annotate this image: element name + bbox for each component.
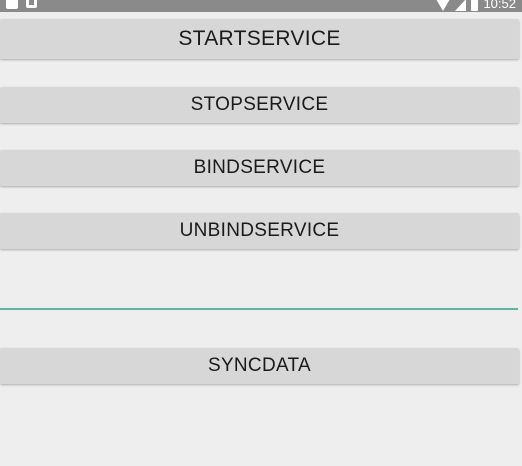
bind-service-button[interactable]: BINDSERVICE (0, 150, 519, 186)
status-time: 10:52 (483, 0, 516, 11)
unbind-service-button[interactable]: UNBINDSERVICE (0, 213, 519, 249)
start-service-button[interactable]: STARTSERVICE (0, 19, 519, 59)
status-bar: 10:52 (0, 0, 522, 12)
data-input-field[interactable] (0, 276, 518, 310)
app-notification-icon (6, 0, 18, 9)
battery-icon (471, 0, 479, 11)
status-bar-system: 10:52 (436, 0, 516, 11)
status-bar-notifications (6, 0, 37, 9)
stop-service-button[interactable]: STOPSERVICE (0, 87, 519, 123)
wifi-icon (436, 0, 451, 11)
cell-signal-icon (455, 0, 467, 11)
a-notification-icon (26, 0, 37, 8)
sync-data-button[interactable]: SYNCDATA (0, 348, 519, 384)
